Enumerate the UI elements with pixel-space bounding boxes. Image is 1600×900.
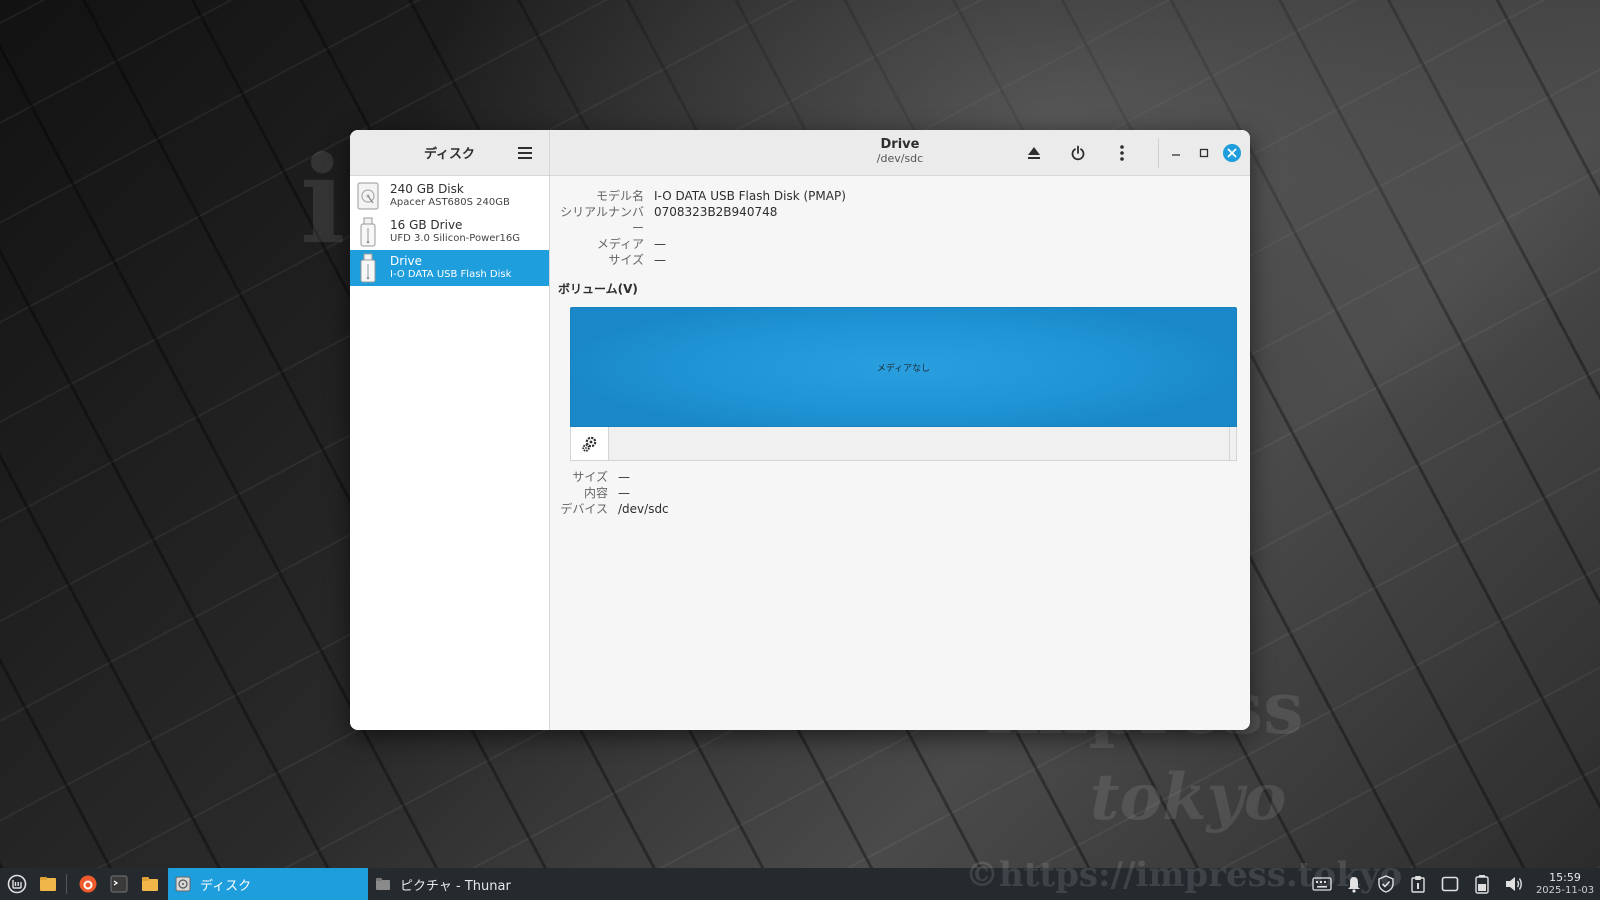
window-icon: [1441, 876, 1459, 892]
start-menu-button[interactable]: [3, 870, 31, 898]
size-row: サイズ —: [558, 252, 1242, 268]
drive-title: Drive: [880, 137, 920, 152]
media-row: メディア —: [558, 236, 1242, 252]
close-icon: [1223, 144, 1241, 162]
disks-app-icon: [174, 875, 192, 893]
eject-button[interactable]: [1022, 141, 1046, 165]
disk-list: 240 GB Disk Apacer AST680S 240GB 16 GB D…: [350, 176, 549, 286]
vertical-dots-icon: [1120, 145, 1124, 161]
volume-bar-label: メディアなし: [876, 363, 931, 374]
clock-date: 2025-11-03: [1535, 885, 1595, 896]
size-label: サイズ: [608, 253, 644, 267]
size-value: —: [654, 253, 666, 267]
maximize-icon: [1199, 148, 1209, 158]
volume-button[interactable]: [1498, 868, 1530, 900]
task-disks[interactable]: ディスク: [168, 868, 368, 900]
hamburger-menu-button[interactable]: [515, 143, 535, 163]
model-value: I-O DATA USB Flash Disk (PMAP): [654, 189, 846, 203]
disk-model: I-O DATA USB Flash Disk: [390, 269, 512, 280]
eject-icon: [1028, 147, 1040, 159]
minimize-icon: [1172, 154, 1180, 156]
disk-model: UFD 3.0 Silicon-Power16G: [390, 233, 520, 244]
files-launcher[interactable]: [136, 870, 164, 898]
disk-item-240gb[interactable]: 240 GB Disk Apacer AST680S 240GB: [350, 178, 549, 214]
volume-content-row: 内容 —: [558, 485, 1242, 501]
main-pane: Drive /dev/sdc モデル名 I-O DATA USB Flash D…: [550, 130, 1250, 730]
header-separator: [1158, 138, 1159, 168]
clock-time: 15:59: [1549, 871, 1581, 884]
task-label: ピクチャ - Thunar: [400, 878, 511, 894]
serial-row: シリアルナンバー 0708323B2B940748: [558, 204, 1242, 236]
media-label: メディア: [596, 237, 644, 251]
desktop-folder-icon: [40, 877, 56, 891]
firefox-launcher[interactable]: [74, 870, 102, 898]
close-button[interactable]: [1220, 141, 1244, 165]
main-header: Drive /dev/sdc: [550, 130, 1250, 176]
partition-options-button[interactable]: [571, 427, 609, 460]
clock[interactable]: 15:59 2025-11-03: [1530, 871, 1600, 897]
volume-size-value: —: [618, 470, 630, 484]
volume-size-row: サイズ —: [558, 469, 1242, 485]
media-value: —: [654, 237, 666, 251]
sidebar-header: ディスク: [350, 130, 549, 176]
model-row: モデル名 I-O DATA USB Flash Disk (PMAP): [558, 188, 1242, 204]
hard-disk-icon: [356, 181, 380, 211]
volume-device-row: デバイス /dev/sdc: [558, 501, 1242, 517]
battery-icon: [1475, 875, 1489, 894]
speaker-icon: [1506, 877, 1522, 891]
watermark-url: ©https://impress.tokyo: [965, 855, 1403, 895]
workspace-button[interactable]: [1434, 868, 1466, 900]
battery-button[interactable]: [1466, 868, 1498, 900]
serial-value: 0708323B2B940748: [654, 205, 778, 219]
volume-properties: サイズ — 内容 — デバイス /dev/sdc: [558, 469, 1242, 517]
drive-subtitle: /dev/sdc: [876, 152, 924, 165]
clipboard-icon: [1411, 876, 1425, 893]
task-label: ディスク: [200, 878, 252, 894]
maximize-button[interactable]: [1192, 141, 1216, 165]
drive-details: モデル名 I-O DATA USB Flash Disk (PMAP) シリアル…: [550, 176, 1250, 730]
disk-name: Drive: [390, 254, 422, 268]
drive-options-button[interactable]: [1110, 141, 1134, 165]
volume-content-value: —: [618, 486, 630, 500]
usb-drive-icon: [356, 253, 380, 283]
volume-bar[interactable]: メディアなし: [570, 307, 1237, 427]
power-off-button[interactable]: [1066, 141, 1090, 165]
disk-item-16gb[interactable]: 16 GB Drive UFD 3.0 Silicon-Power16G: [350, 214, 549, 250]
folder-icon: [142, 877, 158, 891]
disk-model: Apacer AST680S 240GB: [390, 197, 510, 208]
volume-toolbar-space: [609, 427, 1230, 460]
folder-icon: [374, 875, 392, 893]
volume-size-label: サイズ: [572, 470, 608, 484]
volume-device-value: /dev/sdc: [618, 502, 669, 516]
watermark-i: i: [300, 130, 346, 271]
disks-window: ディスク 240 GB Disk Apacer AST680S 240GB 16…: [350, 130, 1250, 730]
show-desktop-button[interactable]: [34, 870, 62, 898]
volume-content-label: 内容: [583, 486, 608, 500]
watermark-tokyo: tokyo: [1090, 760, 1287, 835]
disk-item-drive[interactable]: Drive I-O DATA USB Flash Disk: [350, 250, 549, 286]
model-label: モデル名: [595, 189, 644, 203]
gears-icon: [581, 436, 596, 452]
disk-name: 240 GB Disk: [390, 182, 464, 196]
serial-label: シリアルナンバー: [560, 205, 644, 235]
volumes-heading: ボリューム(V): [558, 282, 638, 296]
taskbar-separator: [66, 874, 67, 894]
usb-drive-icon: [356, 217, 380, 247]
minimize-button[interactable]: [1164, 141, 1188, 165]
terminal-launcher[interactable]: [105, 870, 133, 898]
volume-toolbar: [570, 427, 1237, 461]
hamburger-icon: [518, 147, 532, 159]
disk-name: 16 GB Drive: [390, 218, 463, 232]
task-thunar[interactable]: ピクチャ - Thunar: [368, 868, 568, 900]
clipboard-button[interactable]: [1402, 868, 1434, 900]
sidebar: ディスク 240 GB Disk Apacer AST680S 240GB 16…: [350, 130, 550, 730]
power-icon: [1071, 145, 1085, 161]
volume-device-label: デバイス: [560, 502, 608, 516]
sidebar-title: ディスク: [423, 147, 476, 162]
terminal-icon: [110, 875, 128, 893]
firefox-icon: [79, 875, 97, 893]
mint-logo-icon: [7, 874, 27, 894]
